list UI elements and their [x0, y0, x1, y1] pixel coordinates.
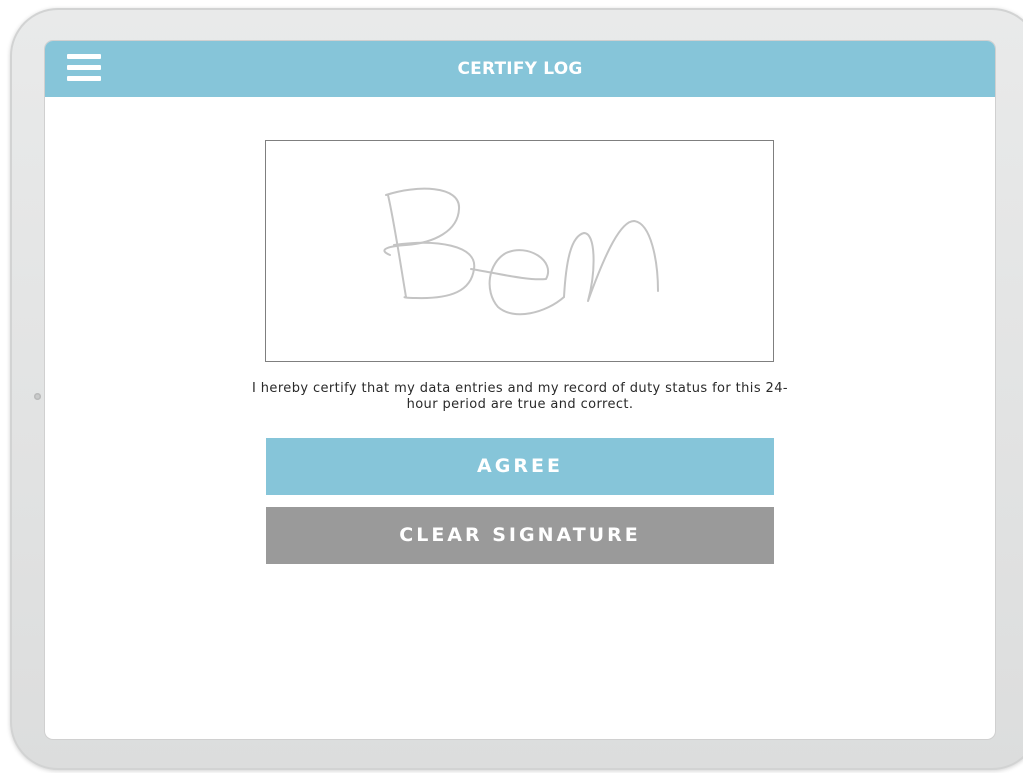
app-screen: CERTIFY LOG I hereby certify that my dat…	[45, 41, 995, 739]
signature-pad[interactable]	[265, 140, 774, 362]
certification-statement: I hereby certify that my data entries an…	[252, 381, 788, 412]
signature-drawing	[383, 187, 659, 316]
signature-stroke-n	[563, 220, 659, 302]
camera-icon	[34, 393, 41, 400]
agree-button[interactable]: AGREE	[266, 438, 774, 495]
app-header: CERTIFY LOG	[45, 41, 995, 97]
signature-stroke-e	[470, 249, 565, 316]
signature-stroke-b-bottom	[393, 241, 476, 300]
page-title: CERTIFY LOG	[457, 59, 583, 79]
clear-signature-button[interactable]: CLEAR SIGNATURE	[266, 507, 774, 564]
